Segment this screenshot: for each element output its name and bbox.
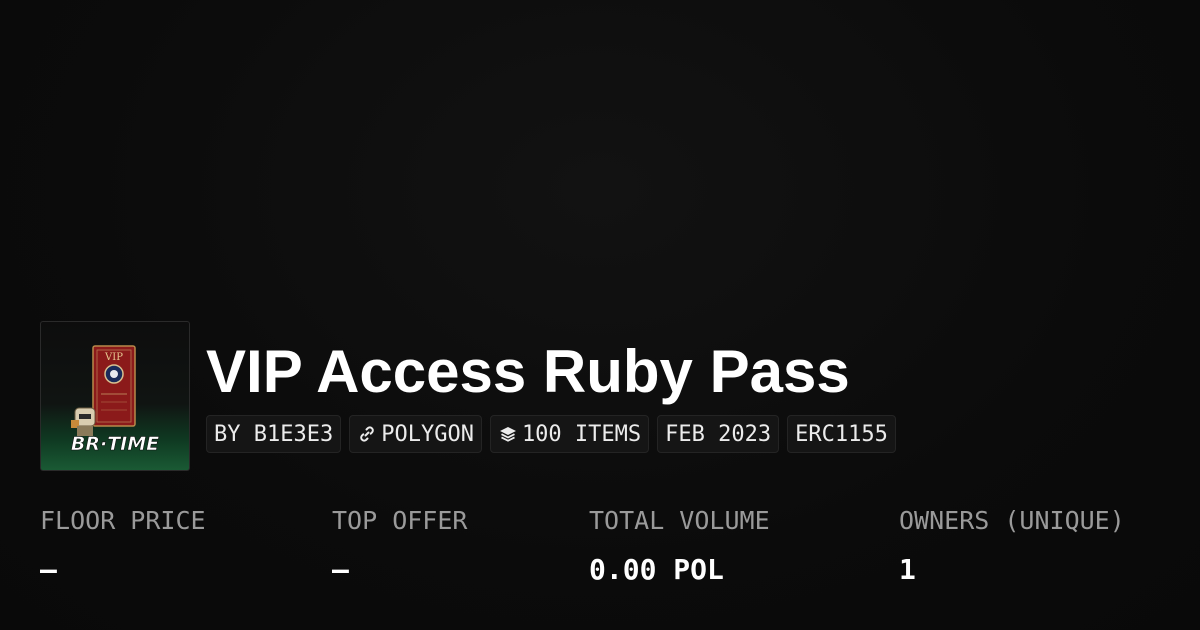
svg-text:BR·TIME: BR·TIME	[71, 433, 159, 455]
collection-title: VIP Access Ruby Pass	[206, 338, 850, 405]
standard-pill: ERC1155	[787, 415, 896, 453]
stat-floor-price: FLOOR PRICE –	[40, 500, 206, 590]
date-pill: FEB 2023	[657, 415, 780, 453]
stat-value: –	[40, 553, 57, 586]
creator-pill[interactable]: BY B1E3E3	[206, 415, 342, 453]
standard-label: ERC1155	[795, 421, 888, 447]
stat-owners: OWNERS (UNIQUE) 1	[899, 500, 1125, 590]
stat-label: TOTAL VOLUME	[589, 506, 770, 535]
stat-total-volume: TOTAL VOLUME 0.00 POL	[589, 500, 770, 590]
svg-text:VIP: VIP	[104, 352, 123, 363]
chain-pill[interactable]: POLYGON	[349, 415, 482, 453]
collection-meta-pills: BY B1E3E3 POLYGON 100 ITEMS FEB 2023 ERC…	[206, 415, 896, 453]
stat-top-offer: TOP OFFER –	[332, 500, 467, 590]
collection-header: VIP BR·TIME VIP Access Ruby Pass BY B1E3…	[40, 321, 1160, 471]
stat-value: 0.00 POL	[589, 553, 724, 586]
stat-label: FLOOR PRICE	[40, 506, 206, 535]
ruby-pass-image: VIP BR·TIME	[71, 345, 159, 455]
stat-value: 1	[899, 553, 916, 586]
collection-avatar: VIP BR·TIME	[40, 321, 190, 471]
items-pill[interactable]: 100 ITEMS	[489, 415, 650, 453]
items-label: 100 ITEMS	[521, 421, 642, 447]
date-label: FEB 2023	[665, 421, 772, 447]
stat-label: TOP OFFER	[332, 506, 468, 535]
stat-label: OWNERS (UNIQUE)	[899, 506, 1125, 535]
chain-label: POLYGON	[381, 421, 474, 447]
link-icon	[357, 424, 377, 444]
stat-value: –	[332, 553, 349, 586]
collection-stats: FLOOR PRICE – TOP OFFER – TOTAL VOLUME 0…	[0, 500, 1200, 600]
creator-label: BY B1E3E3	[214, 421, 334, 447]
layers-icon	[498, 424, 518, 444]
